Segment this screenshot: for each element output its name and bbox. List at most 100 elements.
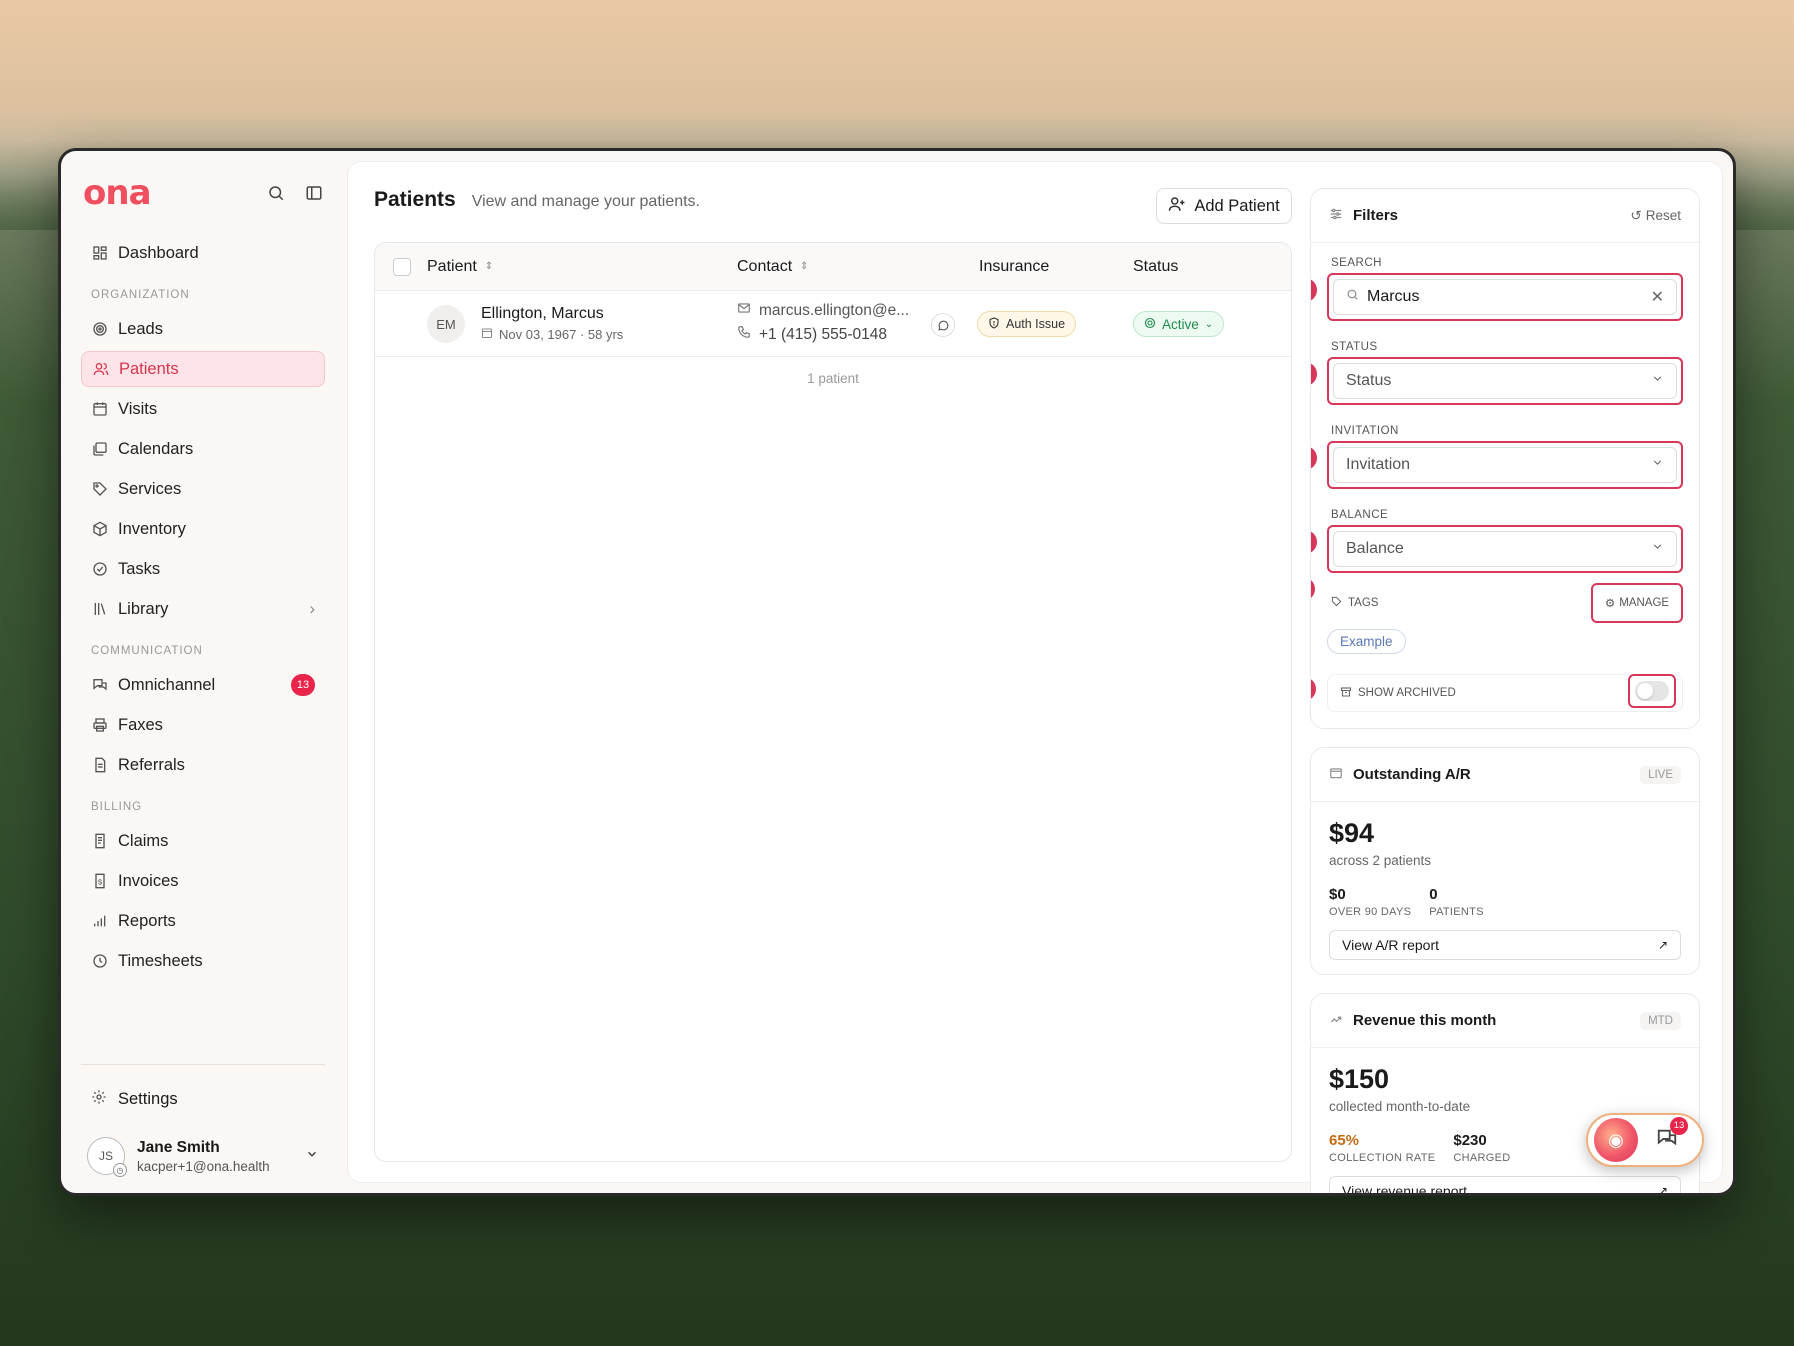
show-archived-toggle-highlight [1628, 674, 1676, 708]
show-archived-toggle[interactable] [1635, 681, 1669, 701]
archive-icon [1340, 686, 1352, 701]
search-highlight: 1 Marcus ✕ [1311, 273, 1683, 321]
filters-body: SEARCH 1 Marcus ✕ STATUS 2 Status [1311, 243, 1699, 728]
calendar-grid-icon [91, 400, 109, 418]
sidebar-item-omnichannel[interactable]: Omnichannel 13 [81, 667, 325, 703]
sidebar-item-dashboard[interactable]: Dashboard [81, 235, 325, 271]
patient-name[interactable]: Ellington, Marcus [481, 305, 604, 323]
right-panel: Filters ↺ Reset SEARCH 1 Marcus ✕ [1310, 188, 1700, 1196]
message-patient-button[interactable] [931, 313, 955, 337]
reset-icon: ↺ [1630, 207, 1642, 223]
sidebar-item-inventory[interactable]: Inventory [81, 511, 325, 547]
invitation-placeholder: Invitation [1346, 456, 1411, 473]
calendars-icon [91, 440, 109, 458]
column-label: Insurance [979, 257, 1050, 275]
sidebar-item-claims[interactable]: Claims [81, 823, 325, 859]
shield-alert-icon [988, 316, 1000, 332]
user-name: Jane Smith [137, 1138, 220, 1156]
reset-label: Reset [1645, 208, 1681, 223]
nav-section-organization: ORGANIZATION [91, 289, 190, 301]
ar-body: $94 across 2 patients $0 OVER 90 DAYS 0 PA… [1311, 802, 1699, 974]
sidebar-item-timesheets[interactable]: Timesheets [81, 943, 325, 979]
sidebar-item-reports[interactable]: Reports [81, 903, 325, 939]
manage-tags-button[interactable]: ⚙ MANAGE [1591, 583, 1683, 623]
search-icon[interactable] [265, 182, 287, 204]
unread-badge: 13 [291, 674, 315, 696]
patients-label: PATIENTS [1429, 906, 1484, 918]
view-ar-report-button[interactable]: View A/R report ↗ [1329, 930, 1681, 960]
sidebar-item-label: Timesheets [118, 951, 203, 970]
sidebar-item-patients[interactable]: Patients [81, 351, 325, 387]
ar-title: Outstanding A/R [1353, 766, 1471, 783]
insurance-badge[interactable]: Auth Issue [977, 311, 1077, 337]
balance-label: BALANCE [1331, 509, 1389, 521]
sidebar-item-label: Library [118, 599, 169, 618]
status-select[interactable]: Status [1333, 363, 1677, 399]
sidebar-item-tasks[interactable]: Tasks [81, 551, 325, 587]
status-label: STATUS [1331, 341, 1378, 353]
mail-icon [737, 301, 751, 320]
invoice-icon: $ [91, 872, 109, 890]
sidebar-item-settings[interactable]: Settings [81, 1081, 1092, 1117]
contact-email[interactable]: marcus.ellington@e... [737, 301, 909, 320]
reset-button[interactable]: ↺ Reset [1630, 208, 1681, 224]
chevron-down-icon: ⌄ [1204, 318, 1214, 330]
invitation-highlight: 3 Invitation [1311, 441, 1683, 489]
page-header: Patients View and manage your patients. [374, 188, 700, 212]
column-insurance[interactable]: Insurance [979, 258, 1049, 276]
sidebar-item-label: Claims [118, 831, 169, 850]
sidebar-item-label: Referrals [118, 755, 185, 774]
revenue-button-label: View revenue report [1342, 1183, 1468, 1196]
sidebar-item-visits[interactable]: Visits [81, 391, 325, 427]
table-header: Patient ⇕ Contact ⇕ Insurance Status [375, 243, 1291, 291]
sidebar-item-label: Reports [118, 911, 176, 930]
filters-header: Filters ↺ Reset [1311, 189, 1699, 243]
nav-section-billing: BILLING [91, 801, 143, 813]
clear-icon[interactable]: ✕ [1651, 287, 1664, 307]
ar-stats: $0 OVER 90 DAYS 0 PATIENTS [1329, 886, 1681, 918]
assistant-logo-icon[interactable]: ◉ [1594, 1118, 1638, 1162]
sidebar-item-calendars[interactable]: Calendars [81, 431, 325, 467]
balance-highlight: 4 Balance [1311, 525, 1683, 573]
ona-logo[interactable]: ona [83, 173, 152, 213]
sidebar-item-faxes[interactable]: Faxes [81, 707, 325, 743]
chevron-right-icon: › [309, 599, 316, 618]
clock-icon [91, 952, 109, 970]
sidebar-item-referrals[interactable]: Referrals [81, 747, 325, 783]
claims-icon [91, 832, 109, 850]
column-status[interactable]: Status [1133, 258, 1178, 276]
tag-chip-example[interactable]: Example [1327, 629, 1406, 654]
main-panel: Patients View and manage your patients. … [347, 161, 1723, 1193]
invitation-select[interactable]: Invitation [1333, 447, 1677, 483]
table-row[interactable]: EM Ellington, Marcus Nov 03, 1967 · 58 y… [375, 291, 1291, 357]
charged-label: CHARGED [1453, 1152, 1511, 1164]
sidebar: ona Dashboard ORGANIZATION Leads Patient… [61, 151, 1092, 1193]
arrow-up-right-icon: ↗ [1657, 938, 1668, 952]
filters-card: Filters ↺ Reset SEARCH 1 Marcus ✕ [1310, 188, 1700, 729]
sidebar-toggle-icon[interactable] [303, 182, 325, 204]
column-patient[interactable]: Patient ⇕ [427, 258, 493, 276]
revenue-amount: $150 [1329, 1064, 1390, 1094]
app-window: ona Dashboard ORGANIZATION Leads Patient… [58, 148, 1736, 1196]
sidebar-item-services[interactable]: Services [81, 471, 325, 507]
user-menu[interactable]: JS ◷ Jane Smith kacper+1@ona.health [81, 1137, 325, 1177]
column-contact[interactable]: Contact ⇕ [737, 258, 809, 276]
column-label: Status [1133, 257, 1179, 275]
status-badge[interactable]: Active ⌄ [1133, 311, 1225, 337]
contact-phone[interactable]: +1 (415) 555-0148 [737, 325, 887, 344]
patient-avatar: EM [427, 305, 465, 343]
balance-select[interactable]: Balance [1333, 531, 1677, 567]
sidebar-item-leads[interactable]: Leads [81, 311, 325, 347]
search-input[interactable]: Marcus ✕ [1333, 279, 1677, 315]
divider [81, 1064, 325, 1065]
assistant-widget[interactable]: ◉ 13 [1586, 1113, 1704, 1167]
add-patient-button[interactable]: Add Patient [1156, 188, 1292, 224]
ar-sub: across 2 patients [1329, 853, 1432, 868]
sidebar-item-library[interactable]: Library › [81, 591, 325, 627]
select-all-checkbox[interactable] [393, 257, 411, 276]
tag-icon [1331, 596, 1342, 610]
sidebar-item-invoices[interactable]: $ Invoices [81, 863, 325, 899]
marker-2: 2 [1311, 362, 1317, 386]
chat-icon[interactable]: 13 [1656, 1116, 1688, 1154]
view-revenue-report-button[interactable]: View revenue report ↗ [1329, 1176, 1681, 1196]
